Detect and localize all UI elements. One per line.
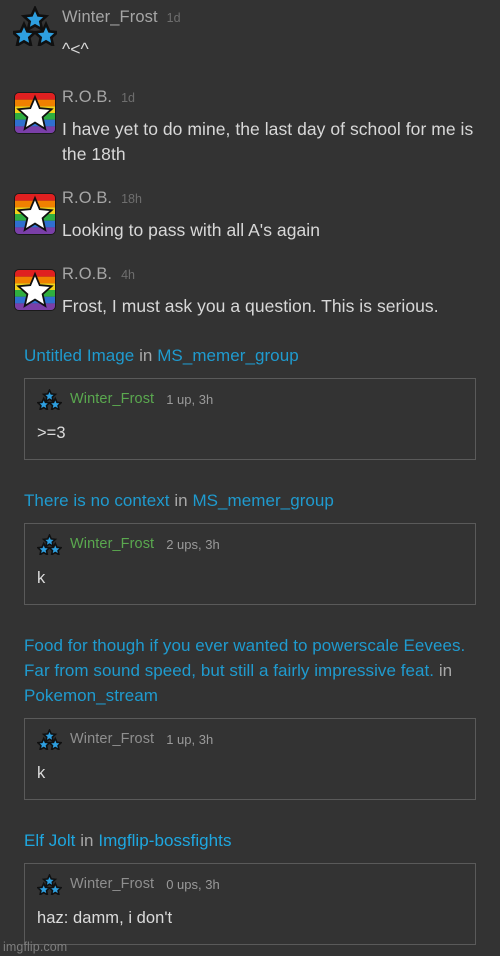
- message-username[interactable]: R.O.B.: [62, 265, 112, 284]
- post-title-link[interactable]: There is no context: [24, 491, 170, 510]
- message-header: R.O.B. 18h: [62, 189, 500, 217]
- comment-meta: 0 ups, 3h: [166, 876, 220, 892]
- comment-header: Winter_Frost 1 up, 3h: [37, 388, 463, 410]
- three-stars-avatar[interactable]: [37, 533, 62, 555]
- three-stars-avatar[interactable]: [37, 388, 62, 410]
- comment-header: Winter_Frost 0 ups, 3h: [37, 873, 463, 895]
- notification-item: Untitled Image in MS_memer_group Winter_…: [0, 343, 500, 460]
- rainbow-star-avatar[interactable]: [14, 92, 56, 134]
- post-title-link[interactable]: Food for though if you ever wanted to po…: [24, 636, 465, 680]
- comment-header: Winter_Frost 1 up, 3h: [37, 728, 463, 750]
- comment-body: k: [37, 764, 46, 782]
- stream-link[interactable]: MS_memer_group: [157, 346, 298, 365]
- comment-meta: 1 up, 3h: [166, 391, 214, 407]
- message-timestamp: 1d: [121, 91, 136, 105]
- comment-body: >=3: [37, 424, 66, 442]
- comment-card[interactable]: Winter_Frost 1 up, 3h k: [24, 718, 476, 800]
- message-username[interactable]: R.O.B.: [62, 88, 112, 107]
- comment-body: k: [37, 569, 46, 587]
- post-title-link[interactable]: Untitled Image: [24, 346, 134, 365]
- chat-message: R.O.B. 18h Looking to pass with all A's …: [0, 189, 500, 243]
- rainbow-star-avatar[interactable]: [14, 269, 56, 311]
- comment-meta: 1 up, 3h: [166, 731, 214, 747]
- notification-title: Untitled Image in MS_memer_group: [0, 343, 500, 368]
- conjunction-label: in: [174, 491, 188, 510]
- conjunction-label: in: [80, 831, 94, 850]
- comment-username[interactable]: Winter_Frost: [70, 731, 154, 747]
- message-timestamp: 1d: [166, 11, 181, 25]
- comment-card[interactable]: Winter_Frost 2 ups, 3h k: [24, 523, 476, 605]
- notification-title: Food for though if you ever wanted to po…: [0, 633, 500, 708]
- comment-card[interactable]: Winter_Frost 0 ups, 3h haz: damm, i don'…: [24, 863, 476, 945]
- stream-link[interactable]: Pokemon_stream: [24, 686, 158, 705]
- message-body: ^<^: [62, 39, 89, 59]
- three-stars-avatar[interactable]: [37, 728, 62, 750]
- chat-message: Winter_Frost 1d ^<^: [0, 0, 500, 62]
- notification-item: Elf Jolt in Imgflip-bossfights Winter_Fr…: [0, 828, 500, 945]
- chat-message: R.O.B. 1d I have yet to do mine, the las…: [0, 88, 500, 167]
- comment-username[interactable]: Winter_Frost: [70, 876, 154, 892]
- conjunction-label: in: [139, 346, 153, 365]
- message-body: Looking to pass with all A's again: [62, 220, 320, 240]
- comment-username[interactable]: Winter_Frost: [70, 536, 154, 552]
- comment-body: haz: damm, i don't: [37, 909, 173, 927]
- notification-title: Elf Jolt in Imgflip-bossfights: [0, 828, 500, 853]
- stream-link[interactable]: Imgflip-bossfights: [98, 831, 231, 850]
- message-header: Winter_Frost 1d: [62, 8, 500, 36]
- message-header: R.O.B. 4h: [62, 265, 500, 293]
- message-body: I have yet to do mine, the last day of s…: [62, 119, 474, 164]
- rainbow-star-avatar[interactable]: [14, 193, 56, 235]
- message-username[interactable]: R.O.B.: [62, 189, 112, 208]
- chat-message: R.O.B. 4h Frost, I must ask you a questi…: [0, 265, 500, 319]
- conjunction-label: in: [438, 661, 453, 680]
- three-stars-avatar[interactable]: [37, 873, 62, 895]
- three-stars-avatar[interactable]: [13, 6, 57, 46]
- comment-header: Winter_Frost 2 ups, 3h: [37, 533, 463, 555]
- message-timestamp: 18h: [121, 192, 142, 206]
- post-title-link[interactable]: Elf Jolt: [24, 831, 75, 850]
- message-header: R.O.B. 1d: [62, 88, 500, 116]
- comment-card[interactable]: Winter_Frost 1 up, 3h >=3: [24, 378, 476, 460]
- notification-title: There is no context in MS_memer_group: [0, 488, 500, 513]
- notification-item: Food for though if you ever wanted to po…: [0, 633, 500, 800]
- imgflip-watermark: imgflip.com: [3, 940, 68, 954]
- comment-meta: 2 ups, 3h: [166, 536, 220, 552]
- message-body: Frost, I must ask you a question. This i…: [62, 296, 439, 316]
- notification-item: There is no context in MS_memer_group Wi…: [0, 488, 500, 605]
- stream-link[interactable]: MS_memer_group: [192, 491, 333, 510]
- comment-username[interactable]: Winter_Frost: [70, 391, 154, 407]
- message-username[interactable]: Winter_Frost: [62, 8, 158, 27]
- message-timestamp: 4h: [121, 268, 136, 282]
